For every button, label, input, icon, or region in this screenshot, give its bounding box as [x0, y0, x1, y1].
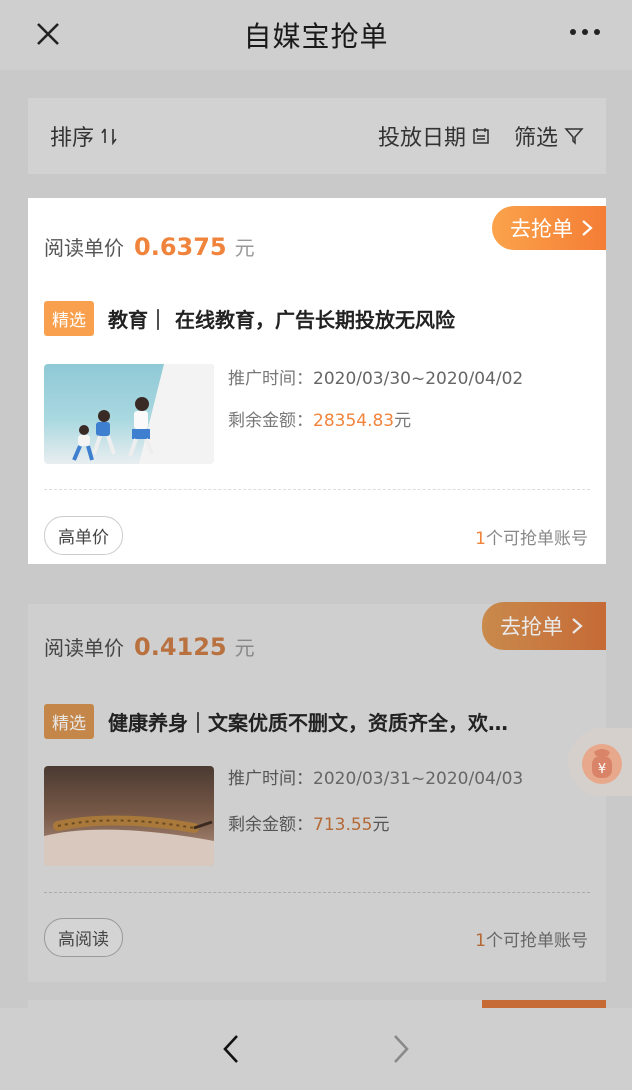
svg-text:¥: ¥ — [598, 762, 606, 777]
accounts-count: 1个可抢单账号 — [475, 524, 588, 549]
remaining-amount-value: 713.55 — [313, 815, 373, 835]
promo-time: 推广时间：2020/03/31~2020/04/03 — [228, 764, 523, 789]
promo-time-value: 2020/03/31~2020/04/03 — [313, 769, 524, 789]
title-row: 精选 健康养身｜文案优质不删文，资质齐全，欢… — [44, 704, 590, 739]
read-price: 0.4125 — [134, 633, 227, 661]
promo-time-value: 2020/03/30~2020/04/02 — [313, 369, 524, 389]
cordyceps-image — [44, 815, 214, 866]
filter-button[interactable]: 筛选 — [514, 120, 584, 152]
price-row: 阅读单价 0.6375 元 — [44, 232, 255, 261]
money-bag-float-button[interactable]: ¥ — [568, 728, 632, 796]
price-unit: 元 — [234, 636, 255, 660]
price-label: 阅读单价 — [44, 636, 124, 660]
accounts-text: 个可抢单账号 — [486, 529, 588, 549]
back-button[interactable] — [201, 1019, 261, 1079]
filter-label: 筛选 — [513, 126, 558, 151]
kids-running-image — [72, 364, 214, 464]
remaining-amount-unit: 元 — [372, 815, 390, 835]
close-icon[interactable] — [32, 18, 64, 50]
remaining-amount-unit: 元 — [394, 411, 412, 431]
promo-time-label: 推广时间： — [228, 769, 313, 789]
price-unit: 元 — [234, 236, 255, 260]
top-bar: 自媒宝抢单 — [0, 0, 632, 70]
remaining-amount-label: 剩余金额： — [228, 815, 313, 835]
page-title: 自媒宝抢单 — [243, 20, 389, 53]
remaining-amount-label: 剩余金额： — [228, 411, 313, 431]
grab-order-button[interactable]: 去抢单 — [492, 206, 606, 250]
order-thumbnail — [44, 364, 214, 464]
featured-tag: 精选 — [44, 704, 94, 739]
promo-time: 推广时间：2020/03/30~2020/04/02 — [228, 364, 523, 389]
forward-button[interactable] — [371, 1019, 431, 1079]
promo-time-label: 推广时间： — [228, 369, 313, 389]
divider — [44, 489, 590, 490]
sort-icon — [101, 128, 117, 145]
chevron-left-icon — [223, 1035, 238, 1063]
price-label: 阅读单价 — [44, 236, 124, 260]
order-thumbnail — [44, 766, 214, 866]
sort-label: 排序 — [50, 126, 95, 151]
chevron-right-icon — [572, 618, 583, 634]
order-card[interactable]: 去抢单 阅读单价 0.4125 元 精选 健康养身｜文案优质不删文，资质齐全，欢… — [28, 602, 606, 982]
divider — [44, 892, 590, 893]
chevron-right-icon — [582, 220, 593, 236]
date-filter-button[interactable]: 投放日期 — [378, 120, 490, 152]
title-row: 精选 教育｜ 在线教育，广告长期投放无风险 — [44, 301, 590, 336]
grab-order-label: 去抢单 — [500, 615, 563, 639]
order-card[interactable]: 去抢单 阅读单价 0.6375 元 精选 教育｜ 在线教育，广告长期投放无风险 … — [28, 198, 606, 564]
grab-order-button[interactable]: 去抢单 — [482, 602, 606, 650]
filter-bar: 排序 投放日期 筛选 — [28, 98, 606, 174]
remaining-amount: 剩余金额：713.55元 — [228, 810, 389, 835]
funnel-icon — [564, 128, 584, 145]
date-filter-label: 投放日期 — [377, 126, 466, 151]
accounts-number: 1 — [475, 931, 486, 951]
money-bag-icon: ¥ — [582, 744, 622, 784]
price-row: 阅读单价 0.4125 元 — [44, 632, 255, 661]
remaining-amount: 剩余金额：28354.83元 — [228, 406, 411, 431]
sort-button[interactable]: 排序 — [50, 120, 118, 152]
accounts-count: 1个可抢单账号 — [475, 926, 588, 951]
accounts-text: 个可抢单账号 — [486, 931, 588, 951]
calendar-icon — [473, 128, 489, 144]
featured-tag: 精选 — [44, 301, 94, 336]
order-title: 教育｜ 在线教育，广告长期投放无风险 — [108, 308, 455, 332]
read-price: 0.6375 — [134, 233, 227, 261]
more-icon[interactable] — [568, 22, 602, 42]
remaining-amount-value: 28354.83 — [313, 411, 395, 431]
order-title: 健康养身｜文案优质不删文，资质齐全，欢… — [108, 711, 508, 735]
bottom-nav-bar — [0, 1008, 632, 1090]
accounts-number: 1 — [475, 529, 486, 549]
grab-order-label: 去抢单 — [510, 217, 573, 241]
chevron-right-icon — [394, 1035, 409, 1063]
feature-badge: 高单价 — [44, 516, 123, 555]
feature-badge: 高阅读 — [44, 918, 123, 957]
